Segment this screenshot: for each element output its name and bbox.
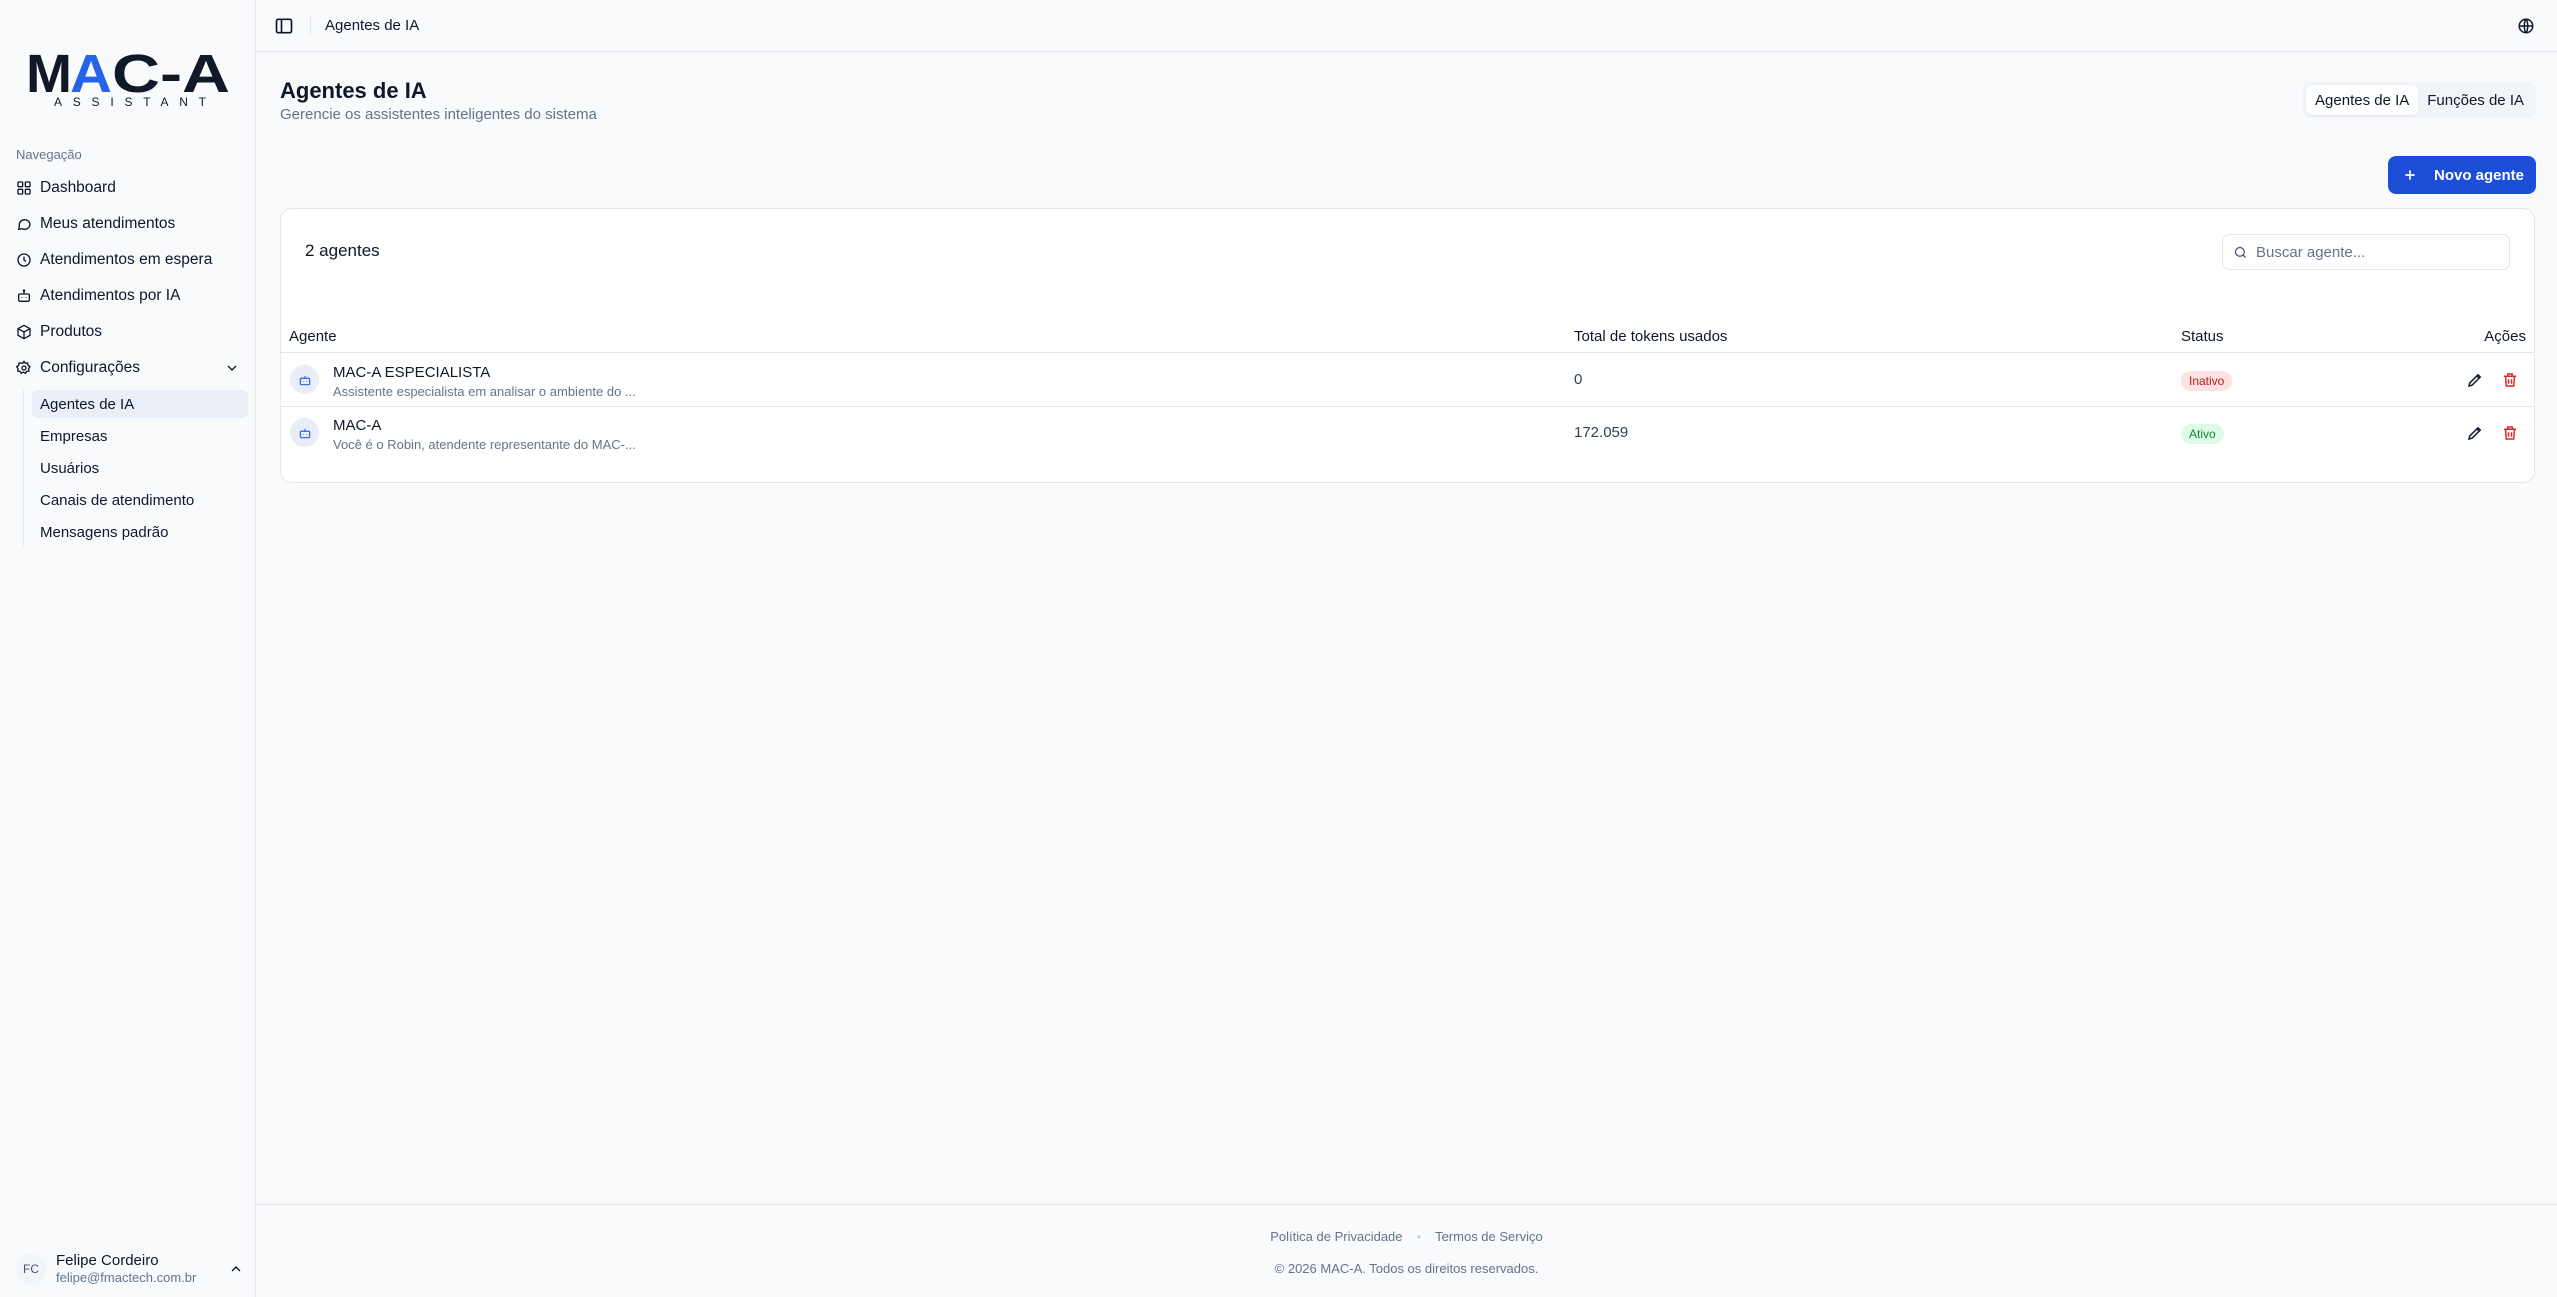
tab-agentes-de-ia[interactable]: Agentes de IA [2306,85,2419,115]
user-menu[interactable]: FC Felipe Cordeiro felipe@fmactech.com.b… [16,1252,244,1286]
agent-name: MAC-A [333,417,382,434]
table-row[interactable]: MAC-A Você é o Robin, atendente represen… [281,407,2534,460]
subnav-item-mensagens-padrao[interactable]: Mensagens padrão [32,518,248,546]
privacy-link[interactable]: Política de Privacidade [1270,1229,1402,1244]
agents-count: 2 agentes [305,241,380,260]
svg-text:M: M [26,44,72,104]
table-row[interactable]: MAC-A ESPECIALISTA Assistente especialis… [281,354,2534,407]
status-badge: Inativo [2181,371,2233,391]
tab-funcoes-de-ia[interactable]: Funções de IA [2418,85,2533,115]
agent-tokens: 0 [1574,371,1583,388]
plus-icon [2405,170,2415,180]
bot-icon [18,289,30,302]
copyright: © 2026 MAC-A. Todos os direitos reservad… [1274,1261,1539,1276]
column-header-acoes: Ações [2484,328,2526,345]
search-field[interactable] [2222,234,2510,270]
user-email: felipe@fmactech.com.br [56,1270,197,1285]
page-title: Agentes de IA [280,78,427,103]
sidebar: M A C-A ASSISTANT Navegação Dashboard Me… [0,0,256,1297]
new-agent-button[interactable]: Novo agente [2387,156,2536,194]
page-subtitle: Gerencie os assistentes inteligentes do … [280,106,597,123]
agent-tokens: 172.059 [1574,424,1629,441]
clock-icon [17,253,31,267]
pencil-icon[interactable] [2466,371,2484,389]
nav-section-label: Navegação [16,147,82,162]
table-header: Agente Total de tokens usados Status Açõ… [281,319,2534,353]
footer-separator: • [1416,1229,1422,1244]
sidebar-toggle-icon[interactable] [274,16,294,36]
sidebar-item-label: Meus atendimentos [40,215,176,232]
sidebar-item-label: Atendimentos por IA [40,287,181,304]
divider [310,16,311,35]
settings-subnav: Agentes de IA Empresas Usuários Canais d… [23,390,248,546]
globe-icon[interactable] [2517,17,2535,35]
trash-icon[interactable] [2501,371,2519,389]
user-name: Felipe Cordeiro [56,1252,159,1269]
grid-icon [17,181,31,195]
subnav-item-agentes-de-ia[interactable]: Agentes de IA [32,390,248,418]
sidebar-item-atendimentos-em-espera[interactable]: Atendimentos em espera [8,242,248,278]
sidebar-item-label: Produtos [40,323,103,340]
sidebar-nav: Dashboard Meus atendimentos Atendimentos… [8,170,248,550]
search-icon [2234,246,2246,258]
sidebar-item-produtos[interactable]: Produtos [8,314,248,350]
subnav-item-empresas[interactable]: Empresas [32,422,248,450]
sidebar-item-dashboard[interactable]: Dashboard [8,170,248,206]
status-badge: Ativo [2181,424,2224,444]
bot-icon [299,375,310,385]
column-header-tokens[interactable]: Total de tokens usados [1574,328,1727,345]
sidebar-item-label: Configurações [40,359,140,376]
subnav-item-canais-de-atendimento[interactable]: Canais de atendimento [32,486,248,514]
agent-avatar [290,365,319,394]
agent-description: Assistente especialista em analisar o am… [333,384,636,399]
sidebar-item-label: Dashboard [40,179,116,196]
mac-a-logo[interactable]: M A C-A ASSISTANT [26,44,231,114]
pencil-icon[interactable] [2466,424,2484,442]
sidebar-item-meus-atendimentos[interactable]: Meus atendimentos [8,206,248,242]
page-tabs: Agentes de IA Funções de IA [2303,82,2536,118]
sidebar-item-configuracoes[interactable]: Configurações [8,350,248,386]
terms-link[interactable]: Termos de Serviço [1435,1229,1543,1244]
trash-icon[interactable] [2501,424,2519,442]
message-icon [17,219,31,231]
chevron-up-icon[interactable] [228,1261,244,1277]
column-header-status[interactable]: Status [2181,328,2224,345]
top-bar: Agentes de IA [256,0,2557,52]
gear-icon [16,360,31,375]
agent-name: MAC-A ESPECIALISTA [333,364,491,381]
footer-links: Política de Privacidade • Termos de Serviç… [256,1229,2557,1244]
chevron-down-icon[interactable] [224,360,240,376]
search-input[interactable] [2256,243,2496,261]
svg-text:ASSISTANT: ASSISTANT [54,95,207,109]
subnav-item-usuarios[interactable]: Usuários [32,454,248,482]
box-icon [17,324,31,340]
avatar: FC [16,1254,46,1284]
bot-icon [299,428,310,438]
new-agent-label: Novo agente [2433,166,2524,184]
column-header-agente[interactable]: Agente [289,328,337,345]
footer: Política de Privacidade • Termos de Serviç… [256,1204,2557,1297]
sidebar-item-atendimentos-por-ia[interactable]: Atendimentos por IA [8,278,248,314]
agents-card: 2 agentes Agente Total de tokens usados … [280,208,2535,483]
main-content: Agentes de IA Agentes de IA Gerencie os … [256,0,2557,1297]
sidebar-item-label: Atendimentos em espera [40,251,213,268]
breadcrumb: Agentes de IA [325,17,420,34]
agent-description: Você é o Robin, atendente representante … [333,437,636,452]
agent-avatar [290,418,319,447]
